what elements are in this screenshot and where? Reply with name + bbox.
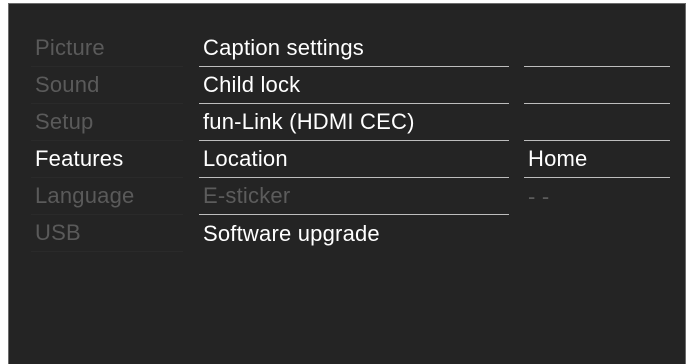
feature-item-list: Caption settings Child lock fun-Link (HD… — [199, 30, 509, 252]
menu-item-child-lock[interactable]: Child lock — [199, 67, 509, 104]
menu-item-label: Child lock — [203, 72, 301, 97]
menu-item-label: fun-Link (HDMI CEC) — [203, 109, 415, 134]
location-value: Home — [528, 146, 588, 171]
menu-item-label: Location — [203, 146, 288, 171]
category-label: Language — [35, 183, 135, 208]
menu-item-software-upgrade[interactable]: Software upgrade — [199, 215, 509, 252]
menu-item-fun-link[interactable]: fun-Link (HDMI CEC) — [199, 104, 509, 141]
value-fun-link — [524, 104, 670, 141]
category-usb[interactable]: USB — [31, 215, 183, 252]
category-label: Setup — [35, 109, 94, 134]
category-sound[interactable]: Sound — [31, 67, 183, 104]
menu-item-location[interactable]: Location — [199, 141, 509, 178]
category-label: Features — [35, 146, 124, 171]
category-label: Sound — [35, 72, 100, 97]
menu-item-label: E-sticker — [203, 183, 291, 208]
menu-item-label: Caption settings — [203, 35, 364, 60]
category-features[interactable]: Features — [31, 141, 183, 178]
category-language[interactable]: Language — [31, 178, 183, 215]
category-list: Picture Sound Setup Features Language US… — [31, 30, 183, 252]
features-menu-panel: Picture Sound Setup Features Language US… — [8, 3, 686, 364]
category-setup[interactable]: Setup — [31, 104, 183, 141]
e-sticker-value: - - — [528, 183, 550, 209]
category-label: Picture — [35, 35, 105, 60]
menu-item-caption-settings[interactable]: Caption settings — [199, 30, 509, 67]
value-list: Home - - — [524, 30, 670, 215]
value-caption-settings — [524, 30, 670, 67]
category-label: USB — [35, 220, 81, 245]
value-location[interactable]: Home — [524, 141, 670, 178]
value-e-sticker: - - — [524, 178, 670, 215]
category-picture[interactable]: Picture — [31, 30, 183, 67]
menu-item-label: Software upgrade — [203, 220, 380, 246]
value-child-lock — [524, 67, 670, 104]
menu-item-e-sticker: E-sticker — [199, 178, 509, 215]
